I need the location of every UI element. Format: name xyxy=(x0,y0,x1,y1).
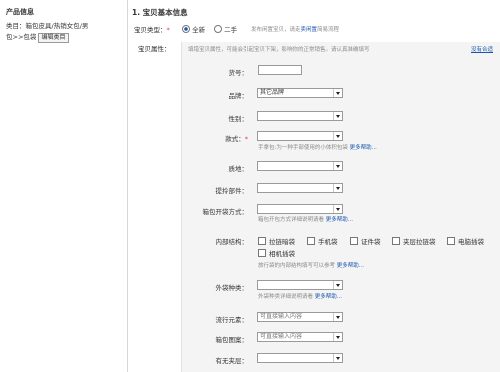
huohao-label: 货号： xyxy=(228,69,249,77)
checkbox[interactable] xyxy=(258,249,266,257)
type-hint: 发布闲置宝贝，请走卖闲置简易流程 xyxy=(251,27,340,33)
brand-label: 品牌： xyxy=(228,92,249,100)
column-divider xyxy=(127,0,128,372)
item-type-label: 宝贝类型：* xyxy=(134,26,170,34)
interlayer-label: 有无夹层： xyxy=(215,357,249,365)
type-used-label: 二手 xyxy=(224,26,238,34)
chevron-down-icon[interactable] xyxy=(333,281,342,289)
inner-structure-help-link[interactable]: 更多帮助... xyxy=(337,263,364,269)
no-suitable-link[interactable]: 没有合适 xyxy=(471,45,493,53)
sell-idle-link[interactable]: 卖闲置 xyxy=(301,27,318,33)
category-line-1: 类目：箱包皮具/热销女包/男 xyxy=(6,22,89,30)
option-camera-pocket[interactable]: 相机插袋 xyxy=(258,248,295,258)
material-label: 质地： xyxy=(228,165,249,173)
type-new-option[interactable]: 全新 xyxy=(182,24,205,34)
checkbox[interactable] xyxy=(258,237,266,245)
checkbox[interactable] xyxy=(392,237,400,245)
attributes-notice: 填错宝贝属性，可能会引起宝贝下架，影响你的正常销售。请认真准确填写 xyxy=(188,47,370,53)
brand-select[interactable]: 其它品牌 xyxy=(257,88,343,98)
inner-structure-label: 内部结构： xyxy=(215,238,249,246)
product-info-title: 产品信息 xyxy=(6,8,34,16)
category-line-2: 包>>包袋 xyxy=(6,33,37,41)
trend-combobox[interactable]: 可直接输入内容 xyxy=(257,312,343,322)
outer-pocket-label: 外袋种类： xyxy=(215,284,249,292)
chevron-down-icon[interactable] xyxy=(333,162,342,170)
chevron-down-icon[interactable] xyxy=(333,184,342,192)
opening-label: 箱包开袋方式： xyxy=(202,208,249,216)
interlayer-select[interactable] xyxy=(257,353,343,363)
checkbox[interactable] xyxy=(350,237,358,245)
category-path: 类目：箱包皮具/热销女包/男 包>>包袋 编辑类目 xyxy=(6,21,118,43)
trend-placeholder: 可直接输入内容 xyxy=(260,313,303,320)
checkbox[interactable] xyxy=(307,237,315,245)
type-used-option[interactable]: 二手 xyxy=(214,24,237,34)
inner-structure-hint: 旅行袋的内部结构填写可以参考 更多帮助... xyxy=(258,263,365,269)
type-used-radio[interactable] xyxy=(214,25,222,33)
brand-value: 其它品牌 xyxy=(260,89,285,96)
pattern-label: 箱包图案： xyxy=(215,336,249,344)
style-select[interactable] xyxy=(257,131,343,141)
item-attributes-label: 宝贝属性： xyxy=(138,45,171,53)
chevron-down-icon[interactable] xyxy=(333,333,342,341)
outer-pocket-help-link[interactable]: 更多帮助... xyxy=(315,294,342,300)
style-help-link[interactable]: 更多帮助... xyxy=(350,145,377,151)
opening-select[interactable] xyxy=(257,204,343,214)
option-zipper-pocket[interactable]: 拉链暗袋 xyxy=(258,236,295,246)
type-new-radio[interactable] xyxy=(182,25,190,33)
huohao-input[interactable] xyxy=(258,65,302,75)
chevron-down-icon[interactable] xyxy=(333,313,342,321)
chevron-down-icon[interactable] xyxy=(333,205,342,213)
gender-label: 性别： xyxy=(228,115,249,123)
opening-help-link[interactable]: 更多帮助... xyxy=(326,217,353,223)
material-select[interactable] xyxy=(257,161,343,171)
opening-hint: 箱包开包方式详细说明请看 更多帮助... xyxy=(258,217,354,223)
checkbox[interactable] xyxy=(447,237,455,245)
chevron-down-icon[interactable] xyxy=(333,354,342,362)
section-title: 1. 宝贝基本信息 xyxy=(132,8,188,17)
style-hint: 手拿包:为一种手部使用的小体积包袋 更多帮助... xyxy=(258,145,377,151)
edit-category-button[interactable]: 编辑类目 xyxy=(38,33,69,43)
option-id-pocket[interactable]: 证件袋 xyxy=(350,236,381,246)
pattern-combobox[interactable]: 可直接输入内容 xyxy=(257,332,343,342)
trend-label: 流行元素： xyxy=(215,316,249,324)
gender-select[interactable] xyxy=(257,111,343,121)
option-phone-pocket[interactable]: 手机袋 xyxy=(307,236,338,246)
handle-label: 提拎部件： xyxy=(215,187,249,195)
style-label: 款式：* xyxy=(225,135,248,143)
chevron-down-icon[interactable] xyxy=(333,132,342,140)
chevron-down-icon[interactable] xyxy=(333,112,342,120)
option-laptop-pocket[interactable]: 电脑插袋 xyxy=(447,236,484,246)
handle-select[interactable] xyxy=(257,183,343,193)
pattern-placeholder: 可直接输入内容 xyxy=(260,333,303,340)
option-zip-layer[interactable]: 夹层拉链袋 xyxy=(392,236,436,246)
type-new-label: 全新 xyxy=(192,26,206,34)
chevron-down-icon[interactable] xyxy=(333,89,342,97)
outer-pocket-hint: 外袋种类详细说明请看 更多帮助... xyxy=(258,294,343,300)
outer-pocket-select[interactable] xyxy=(257,280,343,290)
